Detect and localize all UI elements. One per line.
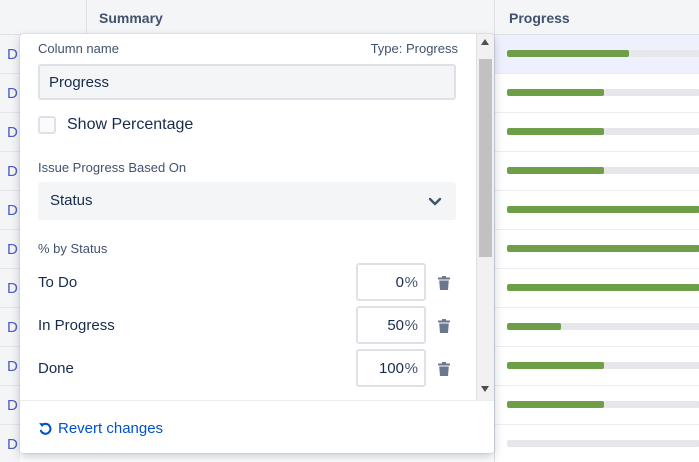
percent-symbol: %: [404, 360, 418, 377]
table-row[interactable]: [495, 74, 699, 113]
progress-bar: [507, 401, 699, 408]
issue-key-cell[interactable]: D: [0, 308, 20, 347]
table-row[interactable]: [495, 191, 699, 230]
percent-symbol: %: [404, 317, 418, 334]
issue-key-cell[interactable]: D: [0, 35, 20, 74]
status-name-in-progress: In Progress: [38, 317, 115, 334]
status-percent-input-todo[interactable]: 0 %: [356, 263, 426, 301]
column-header-summary[interactable]: Summary: [86, 0, 494, 35]
progress-bar-fill: [507, 50, 629, 57]
progress-bar: [507, 362, 699, 369]
show-percentage-checkbox[interactable]: [38, 116, 56, 134]
issue-key-cell[interactable]: D: [0, 152, 20, 191]
issue-key-cell[interactable]: D: [0, 191, 20, 230]
issue-key-cell[interactable]: D: [0, 230, 20, 269]
progress-bar: [507, 440, 699, 447]
progress-bar-fill: [507, 128, 604, 135]
scrollbar-thumb[interactable]: [479, 59, 492, 257]
table-header: Summary Progress: [0, 0, 699, 35]
trash-icon[interactable]: [436, 318, 452, 334]
panel-body: Column name Type: Progress Show Percenta…: [20, 34, 476, 400]
issue-key-cell[interactable]: D: [0, 269, 20, 308]
table-row[interactable]: [495, 269, 699, 308]
status-percent-value: 0: [395, 274, 404, 291]
status-name-done: Done: [38, 360, 74, 377]
scroll-down-arrow-icon[interactable]: [481, 386, 489, 392]
column-name-input[interactable]: [38, 64, 456, 100]
progress-bar-fill: [507, 401, 604, 408]
progress-bar: [507, 89, 699, 96]
status-percent-value: 50: [387, 317, 404, 334]
trash-icon[interactable]: [436, 361, 452, 377]
progress-bar-fill: [507, 362, 604, 369]
progress-bar: [507, 128, 699, 135]
issue-key-cell[interactable]: D: [0, 74, 20, 113]
table-row[interactable]: [495, 230, 699, 269]
column-settings-panel: Column name Type: Progress Show Percenta…: [20, 34, 494, 453]
undo-icon: [39, 422, 52, 435]
progress-bar-fill: [507, 323, 561, 330]
panel-footer: Revert changes: [20, 400, 494, 453]
panel-scrollbar[interactable]: [476, 34, 494, 400]
table-row[interactable]: [495, 347, 699, 386]
progress-bar-fill: [507, 89, 604, 96]
progress-bar-fill: [507, 206, 699, 213]
progress-bar: [507, 50, 699, 57]
column-type-label: Type: Progress: [370, 41, 458, 56]
percent-symbol: %: [404, 274, 418, 291]
issue-key-cell[interactable]: D: [0, 113, 20, 152]
issue-key-cell[interactable]: D: [0, 425, 20, 462]
progress-bar: [507, 245, 699, 252]
progress-based-on-label: Issue Progress Based On: [38, 160, 187, 175]
revert-changes-label: Revert changes: [58, 420, 164, 437]
progress-based-on-value: Status: [50, 192, 93, 209]
progress-bar: [507, 284, 699, 291]
status-percent-input-done[interactable]: 100 %: [356, 349, 426, 387]
progress-based-on-select[interactable]: Status: [38, 182, 456, 220]
progress-bar-fill: [507, 245, 699, 252]
status-name-todo: To Do: [38, 274, 78, 291]
table-row[interactable]: [495, 386, 699, 425]
issue-key-column: DDDDDDDDDDD: [0, 35, 20, 462]
table-row[interactable]: [495, 35, 699, 74]
table-row[interactable]: [495, 152, 699, 191]
show-percentage-label[interactable]: Show Percentage: [67, 116, 193, 134]
table-row[interactable]: [495, 425, 699, 462]
issue-key-cell[interactable]: D: [0, 386, 20, 425]
issue-key-cell[interactable]: D: [0, 347, 20, 386]
progress-column: [494, 35, 699, 462]
column-name-label: Column name: [38, 41, 119, 56]
scroll-up-arrow-icon[interactable]: [481, 39, 489, 45]
table-row[interactable]: [495, 113, 699, 152]
column-header-progress[interactable]: Progress: [494, 0, 699, 35]
table-row[interactable]: [495, 308, 699, 347]
trash-icon[interactable]: [436, 275, 452, 291]
status-percent-value: 100: [378, 360, 404, 377]
percent-by-status-label: % by Status: [38, 241, 108, 256]
progress-bar: [507, 167, 699, 174]
chevron-down-icon: [428, 197, 442, 206]
progress-bar: [507, 206, 699, 213]
progress-bar: [507, 323, 699, 330]
progress-bar-fill: [507, 284, 699, 291]
progress-bar-fill: [507, 167, 604, 174]
status-percent-input-in-progress[interactable]: 50 %: [356, 306, 426, 344]
